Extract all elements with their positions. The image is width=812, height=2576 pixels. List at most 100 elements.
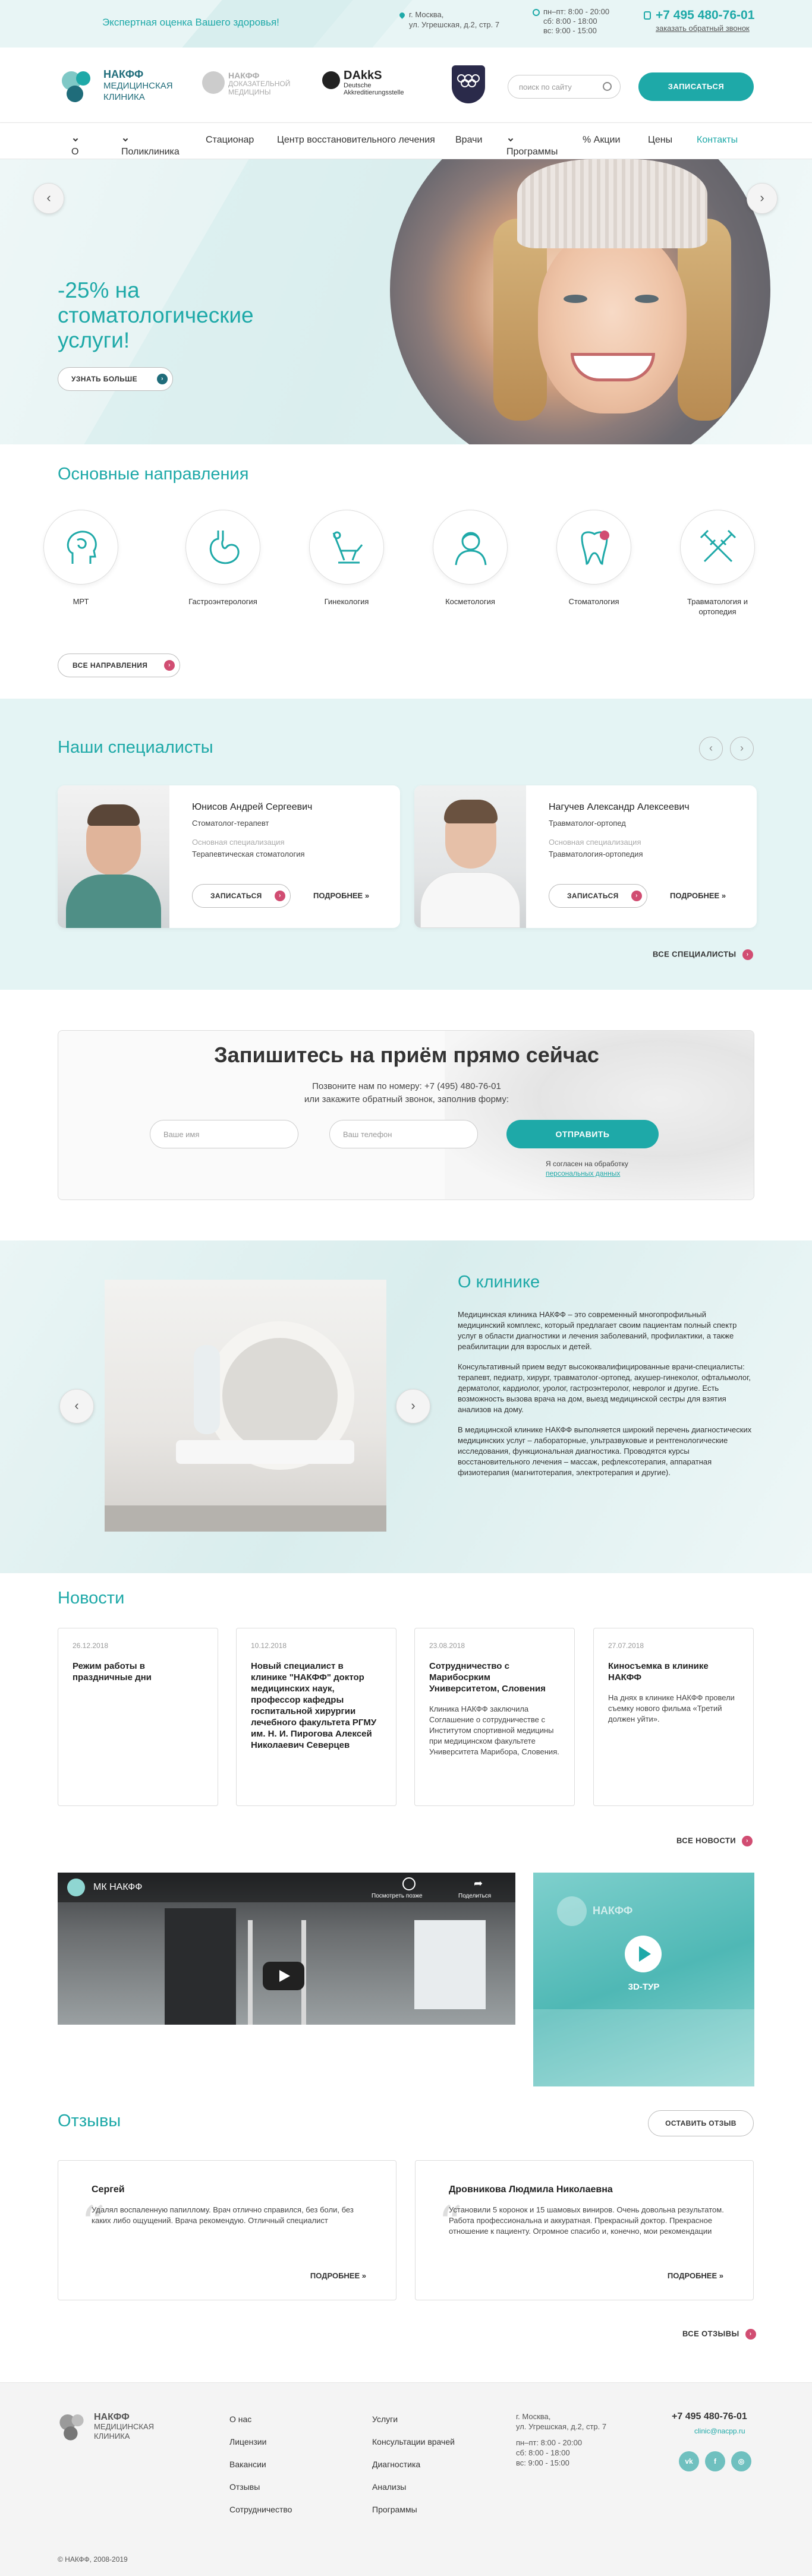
header: НАКФФ МЕДИЦИНСКАЯ КЛИНИКА НАКФФ ДОКАЗАТЕ… [0,48,812,122]
slider-next-button[interactable]: › [747,183,778,214]
address: г. Москва, ул. Угрешская, д.2, стр. 7 [398,10,499,30]
specialist-signup-button[interactable]: ЗАПИСАТЬСЯ › [192,884,291,908]
logo-line: КЛИНИКА [94,2432,130,2441]
review-more-link[interactable]: ПОДРОБНЕЕ » [310,2271,366,2280]
all-news-link[interactable]: ВСЕ НОВОСТИ › [676,1836,753,1846]
phone-text: +7 495 480-76-01 [656,8,755,22]
logo-icon[interactable] [59,68,96,105]
news-headline[interactable]: Киносъемка в клинике НАКФФ [608,1660,739,1683]
news-card[interactable]: 23.08.2018 Сотрудничество с Марибосрким … [414,1628,575,1806]
footer-email[interactable]: clinic@nacpp.ru [694,2427,745,2435]
all-specialists-link[interactable]: ВСЕ СПЕЦИАЛИСТЫ › [653,949,753,960]
direction-item[interactable]: Травматология и ортопедия [676,510,759,617]
all-reviews-link[interactable]: ВСЕ ОТЗЫВЫ › [682,2329,756,2340]
news-headline[interactable]: Сотрудничество с Марибосрким Университет… [429,1660,560,1694]
consent-link[interactable]: персональных данных [546,1169,628,1178]
share-icon[interactable]: ➦ [474,1877,483,1890]
specialist-more-link[interactable]: ПОДРОБНЕЕ » [313,891,369,900]
specialist-name[interactable]: Юнисов Андрей Сергеевич [192,802,312,813]
footer-link[interactable]: Вакансии [229,2453,292,2476]
clock-icon [533,9,540,16]
copyright: © НАКФФ, 2008-2019 [58,2555,128,2564]
nav-item-polyclinic[interactable]: Поликлиника [121,135,180,157]
review-more-link[interactable]: ПОДРОБНЕЕ » [668,2271,723,2280]
nav-item-about[interactable]: О нас [71,135,87,168]
footer-link[interactable]: Сотрудничество [229,2498,292,2521]
callback-link[interactable]: заказать обратный звонок [656,24,750,33]
specialist-signup-button[interactable]: ЗАПИСАТЬСЯ › [549,884,647,908]
mri-head-icon [67,531,97,564]
phone-input[interactable]: Ваш телефон [329,1120,478,1148]
footer-phone[interactable]: +7 495 480-76-01 [672,2411,747,2422]
news-card[interactable]: 27.07.2018 Киносъемка в клинике НАКФФ На… [593,1628,754,1806]
specialist-more-link[interactable]: ПОДРОБНЕЕ » [670,891,726,900]
nav-item-rehab[interactable]: Центр восстановительного лечения [277,135,435,146]
footer-link[interactable]: Диагностика [372,2453,455,2476]
direction-item[interactable]: Стоматология [552,510,635,607]
footer-link[interactable]: Лицензии [229,2430,292,2453]
leave-review-button[interactable]: ОСТАВИТЬ ОТЗЫВ [648,2110,754,2136]
submit-button[interactable]: ОТПРАВИТЬ [506,1120,659,1148]
dakks-title: DAkkS [344,69,382,82]
direction-item[interactable]: МРТ [39,510,122,607]
facebook-icon[interactable]: f [705,2451,725,2471]
specialists-next-button[interactable]: › [730,737,754,760]
photo-detail [444,800,498,823]
footer-link[interactable]: Консультации врачей [372,2430,455,2453]
about-prev-button[interactable]: ‹ [59,1389,94,1423]
about-text: Медицинская клиника НАКФФ – это современ… [458,1309,755,1488]
footer-link[interactable]: О нас [229,2408,292,2430]
news-card[interactable]: 10.12.2018 Новый специалист в клинике "Н… [236,1628,396,1806]
address-line: г. Москва, [409,10,444,19]
video-title[interactable]: МК НАКФФ [93,1882,142,1893]
direction-label: Гастроэнтерология [188,597,257,606]
arrow-right-icon: › [157,374,168,384]
news-headline[interactable]: Режим работы в праздничные дни [73,1660,203,1683]
nav-item-contacts[interactable]: Контакты [697,135,738,146]
nav-item-sales[interactable]: % Акции [583,135,620,146]
directions-title: Основные направления [58,465,249,484]
nav-item-programs[interactable]: Программы [506,135,558,157]
arrow-right-icon: › [275,891,285,901]
about-next-button[interactable]: › [396,1389,430,1423]
search-icon[interactable] [603,82,612,91]
hours-line: вс: 9:00 - 15:00 [516,2458,569,2467]
video-player[interactable]: МК НАКФФ Посмотреть позже ➦ Поделиться [58,1873,515,2025]
tour-play-button[interactable] [625,1936,662,1972]
vk-icon[interactable]: vk [679,2451,699,2471]
nav-label: Программы [506,147,558,157]
direction-item[interactable]: Гастроэнтерология [181,510,265,607]
logo-text[interactable]: НАКФФ МЕДИЦИНСКАЯ КЛИНИКА [103,69,173,103]
direction-item[interactable]: Косметология [429,510,512,607]
channel-avatar[interactable] [67,1879,85,1896]
search-input[interactable]: поиск по сайту [508,75,621,99]
all-directions-button[interactable]: ВСЕ НАПРАВЛЕНИЯ › [58,654,180,677]
all-news-label: ВСЕ НОВОСТИ [676,1836,736,1845]
footer-link[interactable]: Услуги [372,2408,455,2430]
play-button[interactable] [263,1962,304,1990]
specialist-name[interactable]: Нагучев Александр Алексеевич [549,802,690,813]
footer-link[interactable]: Отзывы [229,2476,292,2498]
footer-link[interactable]: Программы [372,2498,455,2521]
footer-logo-icon[interactable] [58,2411,89,2442]
direction-item[interactable]: Гинекология [305,510,388,607]
about-title: О клинике [458,1273,540,1292]
learn-more-button[interactable]: УЗНАТЬ БОЛЬШЕ › [58,367,173,391]
consent[interactable]: Я согласен на обработку персональных дан… [546,1159,628,1178]
all-specialists-label: ВСЕ СПЕЦИАЛИСТЫ [653,949,737,959]
news-card[interactable]: 26.12.2018 Режим работы в праздничные дн… [58,1628,218,1806]
nav-item-doctors[interactable]: Врачи [455,135,482,146]
nav-item-hospital[interactable]: Стационар [206,135,254,146]
instagram-icon[interactable]: ◎ [731,2451,751,2471]
news-headline[interactable]: Новый специалист в клинике "НАКФФ" докто… [251,1660,382,1751]
slider-prev-button[interactable]: ‹ [33,183,64,214]
footer-link[interactable]: Анализы [372,2476,455,2498]
name-input[interactable]: Ваше имя [150,1120,298,1148]
signup-button[interactable]: ЗАПИСАТЬСЯ [638,72,754,101]
phone-link[interactable]: +7 495 480-76-01 [644,8,755,23]
virtual-tour[interactable]: НАКФФ 3D-ТУР [533,1873,754,2086]
photo-detail [176,1440,354,1464]
clock-icon[interactable] [402,1877,416,1890]
nav-item-prices[interactable]: Цены [648,135,672,146]
specialists-prev-button[interactable]: ‹ [699,737,723,760]
